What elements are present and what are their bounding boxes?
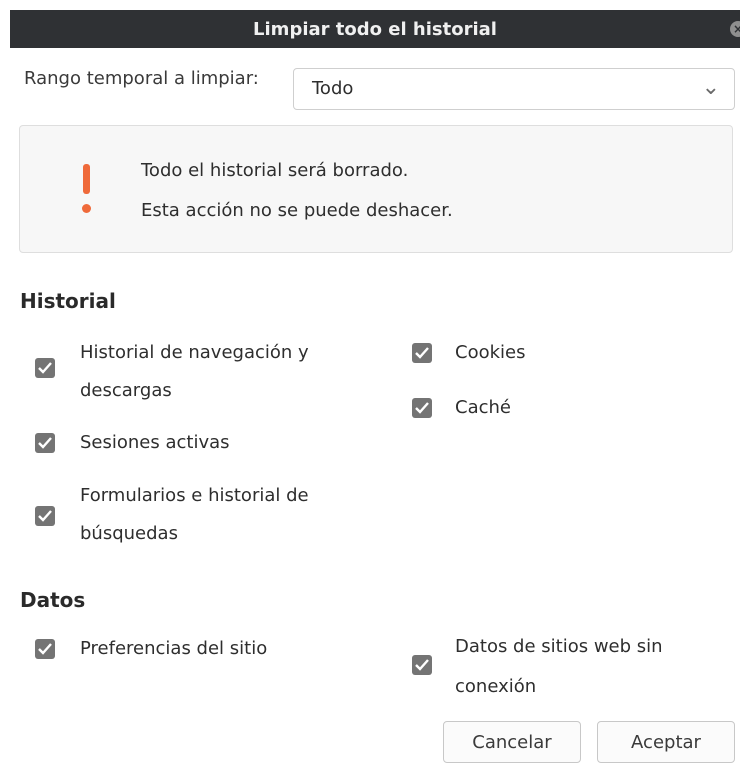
cancel-button[interactable]: Cancelar: [443, 721, 581, 763]
exclamation-icon: [82, 164, 91, 214]
label-offline-website-data-line2[interactable]: conexión: [455, 668, 536, 706]
checkbox-forms-search-history[interactable]: [35, 506, 55, 526]
section-title-datos: Datos: [20, 588, 86, 612]
warning-box: Todo el historial será borrado. Esta acc…: [19, 125, 733, 253]
checkbox-cache[interactable]: [412, 398, 432, 418]
dialog-titlebar: Limpiar todo el historial ×: [10, 10, 740, 48]
label-browsing-history-line1[interactable]: Historial de navegación y: [80, 334, 309, 372]
label-browsing-history-line2[interactable]: descargas: [80, 372, 172, 410]
label-forms-search-history-line1[interactable]: Formularios e historial de: [80, 477, 309, 515]
label-forms-search-history-line2[interactable]: búsquedas: [80, 515, 178, 553]
label-site-preferences[interactable]: Preferencias del sitio: [80, 630, 267, 668]
time-range-label: Rango temporal a limpiar:: [24, 68, 259, 89]
label-active-sessions[interactable]: Sesiones activas: [80, 424, 230, 462]
time-range-value: Todo: [312, 78, 354, 99]
time-range-row: Rango temporal a limpiar:: [24, 68, 259, 89]
checkbox-active-sessions[interactable]: [35, 433, 55, 453]
label-cookies[interactable]: Cookies: [455, 334, 525, 372]
label-offline-website-data-line1[interactable]: Datos de sitios web sin: [455, 628, 663, 666]
checkbox-browsing-history[interactable]: [35, 358, 55, 378]
chevron-down-icon: ⌄: [701, 75, 720, 100]
checkbox-offline-website-data[interactable]: [412, 655, 432, 675]
warning-text-line2: Esta acción no se puede deshacer.: [141, 200, 453, 221]
time-range-select[interactable]: Todo ⌄: [293, 68, 735, 110]
dialog-title: Limpiar todo el historial: [253, 18, 497, 40]
checkbox-site-preferences[interactable]: [35, 639, 55, 659]
accept-button[interactable]: Aceptar: [597, 721, 735, 763]
section-title-historial: Historial: [20, 289, 116, 313]
checkbox-cookies[interactable]: [412, 343, 432, 363]
warning-text-line1: Todo el historial será borrado.: [141, 160, 409, 181]
close-icon[interactable]: ×: [730, 21, 740, 37]
label-cache[interactable]: Caché: [455, 389, 511, 427]
